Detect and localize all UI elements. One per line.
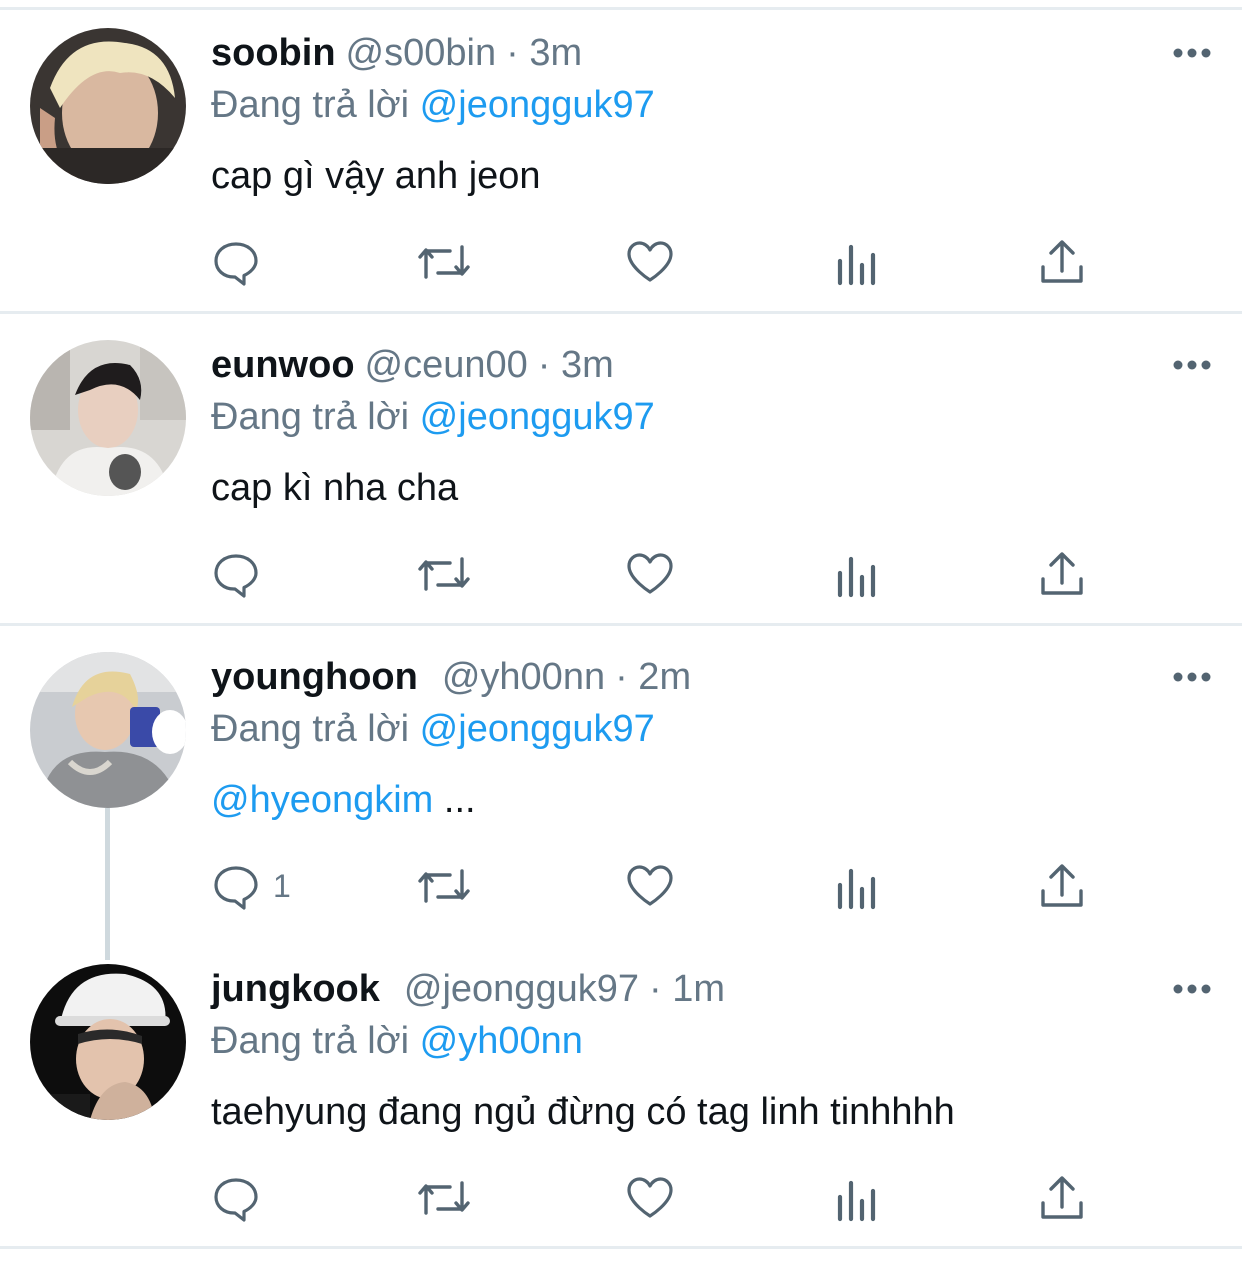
display-name[interactable]: jungkook <box>211 968 380 1010</box>
tweet-text: taehyung đang ngủ đừng có tag linh tinhh… <box>211 1091 955 1133</box>
tweet[interactable]: soobin @s00bin · 3m Đang trả lời @jeongguk… <box>0 28 1242 328</box>
avatar[interactable] <box>30 652 186 808</box>
divider <box>0 311 1242 314</box>
retweet-icon <box>418 557 470 591</box>
handle[interactable]: @yh00nn <box>442 656 605 698</box>
replying-to: Đang trả lời @jeongguk97 <box>211 392 655 442</box>
timestamp[interactable]: · 3m <box>538 344 614 386</box>
display-name[interactable]: soobin <box>211 32 336 74</box>
share-icon <box>1041 864 1083 907</box>
tweet-text: cap kì nha cha <box>211 467 459 509</box>
divider <box>0 623 1242 626</box>
replying-prefix: Đang trả lời <box>211 396 410 438</box>
more-dots-icon <box>1173 48 1211 58</box>
share-button[interactable] <box>1039 236 1085 288</box>
tweet-text: @hyeongkim ... <box>211 775 476 825</box>
more-dots-icon <box>1173 984 1211 994</box>
tweet[interactable]: younghoon @yh00nn · 2m Đang trả lời @jeong… <box>0 652 1242 952</box>
tweet-header: soobin @s00bin · 3m <box>211 28 582 78</box>
display-name[interactable]: younghoon <box>211 656 418 698</box>
retweet-icon <box>418 869 470 903</box>
reply-button[interactable]: 1 <box>211 860 291 912</box>
heart-icon <box>627 241 673 282</box>
avatar[interactable] <box>30 28 186 184</box>
timestamp[interactable]: · 2m <box>615 656 691 698</box>
timestamp[interactable]: · 3m <box>506 32 582 74</box>
retweet-button[interactable] <box>415 548 473 600</box>
replying-mention-link[interactable]: @yh00nn <box>420 1020 583 1062</box>
replying-mention-link[interactable]: @jeongguk97 <box>420 708 655 750</box>
retweet-icon <box>418 1181 470 1215</box>
handle[interactable]: @s00bin <box>346 32 497 74</box>
like-button[interactable] <box>625 860 675 912</box>
tweet-header: eunwoo @ceun00 · 3m <box>211 340 614 390</box>
analytics-icon <box>837 556 876 598</box>
reply-icon <box>214 242 258 286</box>
replying-to: Đang trả lời @jeongguk97 <box>211 80 655 130</box>
divider <box>0 7 1242 10</box>
heart-icon <box>627 553 673 594</box>
replying-mention-link[interactable]: @jeongguk97 <box>420 84 655 126</box>
replying-prefix: Đang trả lời <box>211 84 410 126</box>
analytics-icon <box>837 1180 876 1222</box>
analytics-button[interactable] <box>835 860 879 912</box>
share-icon <box>1041 552 1083 595</box>
heart-icon <box>627 1177 673 1218</box>
like-button[interactable] <box>625 236 675 288</box>
replying-prefix: Đang trả lời <box>211 1020 410 1062</box>
timestamp[interactable]: · 1m <box>649 968 725 1010</box>
like-button[interactable] <box>625 1172 675 1224</box>
share-icon <box>1041 1176 1083 1219</box>
analytics-icon <box>837 244 876 286</box>
more-options-button[interactable] <box>1172 964 1212 1014</box>
retweet-button[interactable] <box>415 860 473 912</box>
share-button[interactable] <box>1039 548 1085 600</box>
heart-icon <box>627 865 673 906</box>
tweet-header: younghoon @yh00nn · 2m <box>211 652 691 702</box>
reply-button[interactable] <box>211 1172 273 1224</box>
share-button[interactable] <box>1039 860 1085 912</box>
tweet-header: jungkook @jeongguk97 · 1m <box>211 964 725 1014</box>
retweet-button[interactable] <box>415 236 473 288</box>
more-dots-icon <box>1173 360 1211 370</box>
avatar[interactable] <box>30 340 186 496</box>
avatar[interactable] <box>30 964 186 1120</box>
reply-icon <box>214 866 258 910</box>
reply-count: 1 <box>273 867 291 904</box>
analytics-button[interactable] <box>835 1172 879 1224</box>
reply-icon <box>214 1178 258 1222</box>
handle[interactable]: @jeongguk97 <box>404 968 639 1010</box>
replying-to: Đang trả lời @jeongguk97 <box>211 704 655 754</box>
tweet-text: cap gì vậy anh jeon <box>211 155 541 197</box>
more-options-button[interactable] <box>1172 340 1212 390</box>
share-button[interactable] <box>1039 1172 1085 1224</box>
analytics-button[interactable] <box>835 548 879 600</box>
more-dots-icon <box>1173 672 1211 682</box>
reply-button[interactable] <box>211 548 273 600</box>
handle[interactable]: @ceun00 <box>365 344 528 386</box>
analytics-button[interactable] <box>835 236 879 288</box>
more-options-button[interactable] <box>1172 28 1212 78</box>
divider <box>0 1246 1242 1249</box>
reply-button[interactable] <box>211 236 273 288</box>
replying-prefix: Đang trả lời <box>211 708 410 750</box>
retweet-button[interactable] <box>415 1172 473 1224</box>
tweet[interactable]: eunwoo @ceun00 · 3m Đang trả lời @jeongguk… <box>0 340 1242 640</box>
tweet[interactable]: jungkook @jeongguk97 · 1m Đang trả lời @yh… <box>0 964 1242 1264</box>
share-icon <box>1041 240 1083 283</box>
replying-mention-link[interactable]: @jeongguk97 <box>420 396 655 438</box>
display-name[interactable]: eunwoo <box>211 344 355 386</box>
analytics-icon <box>837 868 876 910</box>
like-button[interactable] <box>625 548 675 600</box>
retweet-icon <box>418 245 470 279</box>
reply-icon <box>214 554 258 598</box>
tweet-text-body: ... <box>433 779 476 821</box>
more-options-button[interactable] <box>1172 652 1212 702</box>
mention-link[interactable]: @hyeongkim <box>211 779 433 821</box>
replying-to: Đang trả lời @yh00nn <box>211 1016 583 1066</box>
